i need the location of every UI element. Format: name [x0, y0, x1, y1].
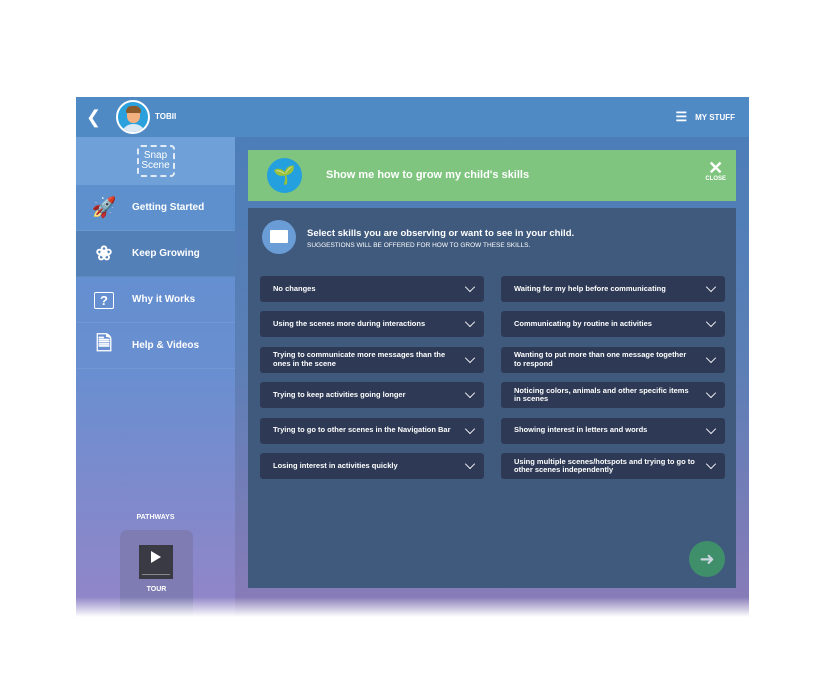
tour-label: TOUR [146, 586, 167, 593]
sidebar: Snap Scene 🚀 Getting Started ❀ Keep Growin… [76, 137, 235, 617]
skill-dropdown[interactable]: Showing interest in letters and words [501, 417, 725, 444]
skill-dropdown[interactable]: Noticing colors, animals and other speci… [501, 382, 725, 409]
skill-label: Trying to communicate more messages than… [273, 350, 446, 368]
bottom-fade [76, 597, 749, 617]
sidebar-item-keep-growing[interactable]: ❀ Keep Growing [76, 231, 235, 277]
layers-icon: ☰ [675, 109, 688, 124]
sidebar-item-help-videos[interactable]: 🗎 Help & Videos [76, 323, 235, 369]
skill-label: Using multiple scenes/hotspots and tryin… [514, 456, 695, 474]
document-icon: 🗎 [95, 332, 113, 355]
skill-dropdown[interactable]: Using multiple scenes/hotspots and tryin… [501, 453, 725, 479]
chevron-down-icon [705, 388, 717, 399]
nav-label: Getting Started [132, 202, 205, 213]
skill-dropdown[interactable]: Losing interest in activities quickly [260, 453, 484, 479]
chevron-down-icon [464, 352, 476, 363]
my-stuff-label: MY STUFF [695, 112, 735, 122]
chevron-down-icon [705, 317, 717, 328]
chevron-down-icon [464, 423, 476, 434]
skill-dropdown[interactable]: Wanting to put more than one message tog… [501, 346, 725, 373]
skill-label: Communicating by routine in activities [514, 319, 652, 329]
plant-icon: ❀ [95, 243, 113, 265]
chevron-down-icon [464, 281, 476, 293]
snap-scene-logo: Snap Scene [76, 137, 235, 185]
chevron-down-icon [464, 458, 476, 470]
app-window: ❮ TOBII ☰ MY STUFF Snap Scene 🚀 Getting St… [76, 97, 749, 617]
nav-label: Keep Growing [132, 248, 200, 259]
skill-dropdown[interactable]: No changes [260, 276, 484, 302]
video-icon [139, 545, 173, 579]
avatar[interactable] [116, 100, 150, 134]
skill-label: Trying to go to other scenes in the Navi… [273, 425, 451, 435]
my-stuff-button[interactable]: ☰ MY STUFF [675, 109, 735, 125]
chevron-down-icon [464, 388, 476, 399]
chevron-down-icon [705, 352, 717, 363]
close-label: CLOSE [705, 176, 726, 182]
header: ❮ TOBII ☰ MY STUFF [76, 97, 749, 137]
question-icon: ? [76, 288, 132, 311]
chevron-down-icon [705, 458, 717, 470]
sidebar-item-getting-started[interactable]: 🚀 Getting Started [76, 185, 235, 231]
skill-dropdown[interactable]: Using the scenes more during interaction… [260, 311, 484, 338]
logo-text: Snap Scene [136, 145, 175, 177]
skill-label: Wanting to put more than one message tog… [514, 350, 687, 368]
skills-banner: 🌱 Show me how to grow my child's skills … [248, 150, 736, 201]
next-arrow-button[interactable]: ➜ [689, 541, 725, 577]
skill-label: Showing interest in letters and words [514, 425, 648, 435]
plant-icon: 🌱 [267, 158, 302, 193]
close-icon: ✕ [708, 158, 724, 178]
skill-label: Noticing colors, animals and other speci… [514, 385, 689, 404]
skill-dropdown[interactable]: Communicating by routine in activities [501, 311, 725, 338]
skill-dropdown[interactable]: Trying to keep activities going longer [260, 382, 484, 409]
skill-dropdown[interactable]: Trying to go to other scenes in the Navi… [260, 417, 484, 444]
panel-subtitle: SUGGESTIONS WILL BE OFFERED FOR HOW TO G… [307, 242, 531, 249]
close-button[interactable]: ✕ CLOSE [705, 158, 726, 182]
skill-label: Trying to keep activities going longer [273, 389, 406, 399]
skill-label: Waiting for my help before communicating [514, 283, 666, 293]
back-button[interactable]: ❮ [86, 107, 101, 128]
skill-label: No changes [273, 283, 316, 293]
chevron-down-icon [705, 423, 717, 434]
user-name: TOBII [155, 112, 177, 121]
chevron-down-icon [705, 281, 717, 293]
skills-panel: Select skills you are observing or want … [248, 208, 736, 588]
skill-label: Using the scenes more during interaction… [273, 319, 426, 329]
panel-title: Select skills you are observing or want … [307, 228, 575, 239]
skill-dropdown[interactable]: Trying to communicate more messages than… [260, 346, 484, 373]
skill-dropdown[interactable]: Waiting for my help before communicating [501, 276, 725, 302]
sidebar-item-why-it-works[interactable]: ? Why it Works [76, 277, 235, 323]
pathways-label: PATHWAYS [136, 514, 175, 521]
rocket-icon: 🚀 [91, 197, 117, 219]
chart-icon [262, 220, 296, 254]
skill-label: Losing interest in activities quickly [273, 460, 398, 470]
nav-label: Why it Works [132, 294, 196, 305]
chevron-down-icon [464, 317, 476, 328]
nav-label: Help & Videos [132, 340, 200, 351]
banner-title: Show me how to grow my child's skills [326, 169, 530, 181]
